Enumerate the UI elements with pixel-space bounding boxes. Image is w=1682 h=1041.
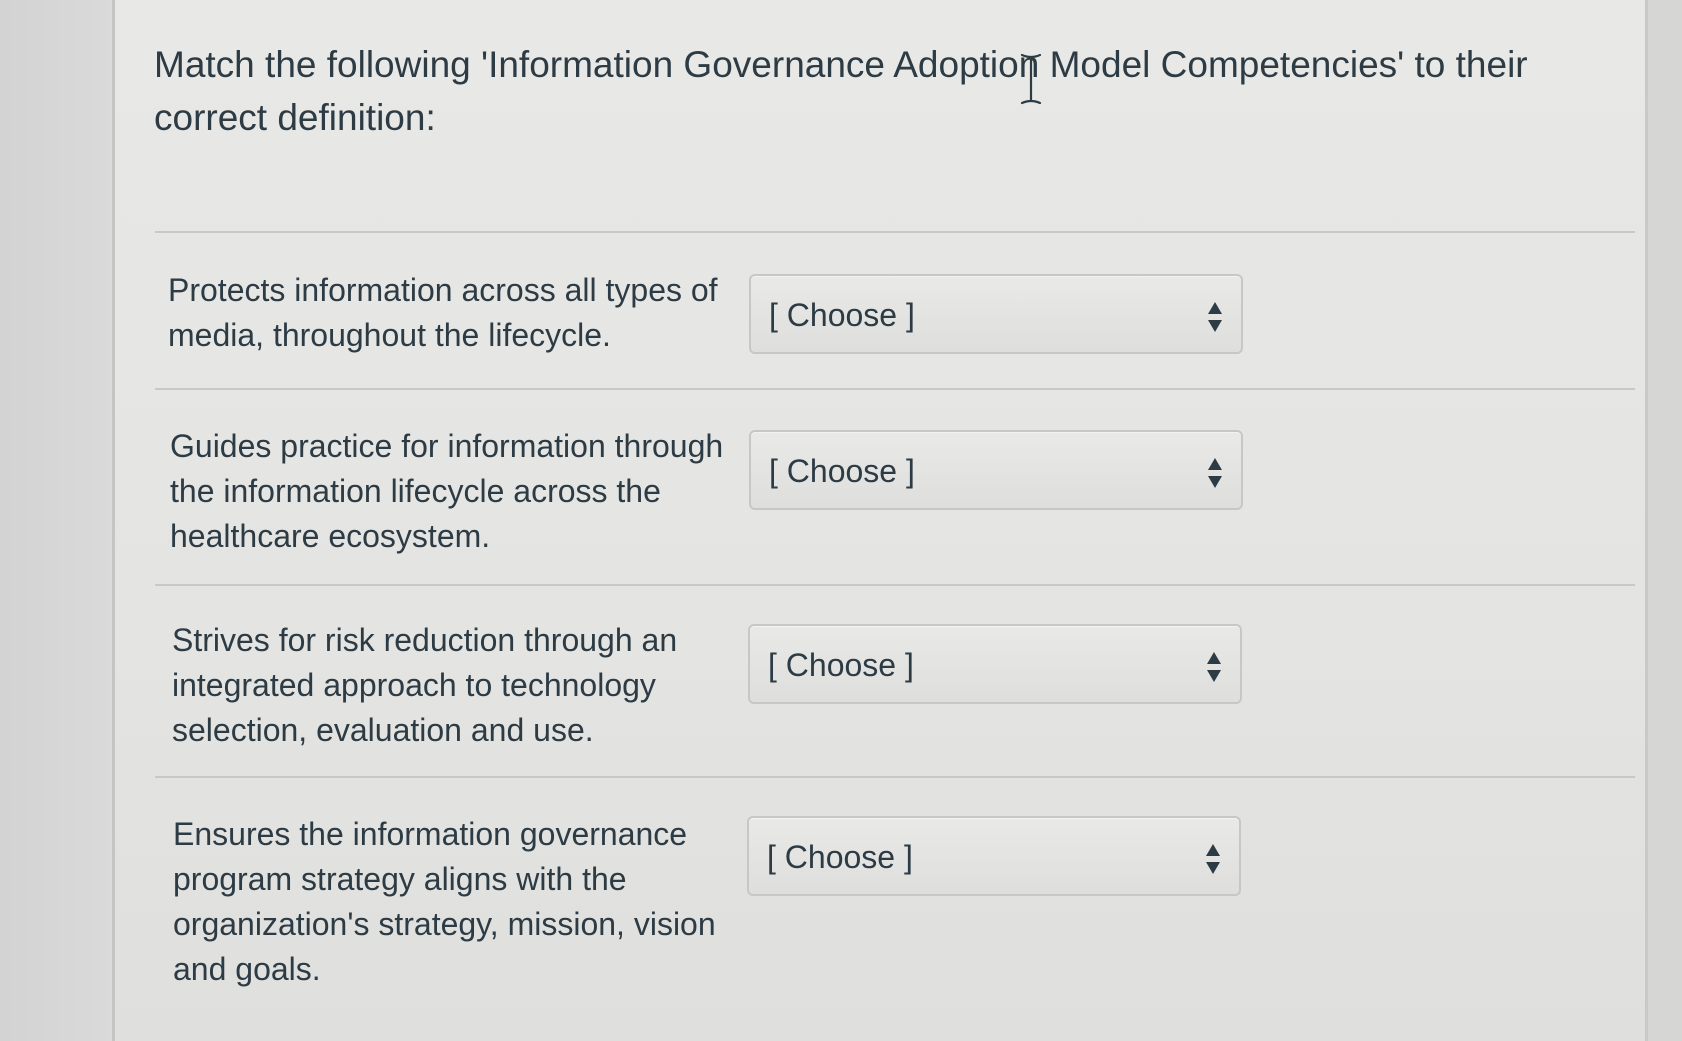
match-prompt: Strives for risk reduction through an in… [172,622,678,748]
up-down-arrows-icon [1208,458,1222,488]
question-text: Match the following 'Information Governa… [154,44,1528,138]
row-divider [155,584,1635,586]
row-divider [155,776,1635,778]
question-divider [155,231,1635,233]
answer-select[interactable]: [ Choose ] [747,816,1241,896]
answer-select[interactable]: [ Choose ] [749,430,1243,510]
answer-select[interactable]: [ Choose ] [748,624,1242,704]
up-down-arrows-icon [1206,844,1220,874]
row-divider [155,388,1635,390]
match-prompt: Protects information across all types of… [168,272,718,353]
left-gutter [0,0,112,1041]
text-cursor-icon [1020,53,1042,105]
match-prompt: Guides practice for information through … [170,428,724,554]
select-value: [ Choose ] [768,647,914,683]
select-value: [ Choose ] [769,297,915,333]
match-prompt: Ensures the information governance progr… [173,816,716,987]
right-gutter [1648,0,1682,1041]
up-down-arrows-icon [1208,302,1222,332]
answer-select[interactable]: [ Choose ] [749,274,1243,354]
select-value: [ Choose ] [769,453,915,489]
up-down-arrows-icon [1207,652,1221,682]
select-value: [ Choose ] [767,839,913,875]
